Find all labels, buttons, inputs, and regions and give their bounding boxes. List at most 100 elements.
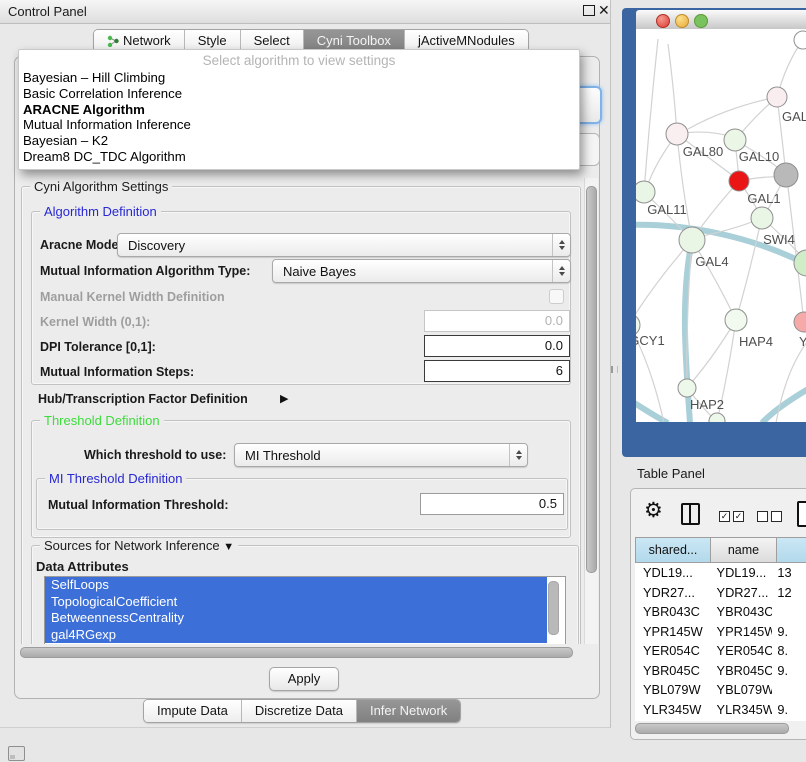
table-cell[interactable]: 9. [772, 661, 806, 681]
table-cell[interactable]: YBR045C [635, 661, 709, 681]
bottom-tab-infer-network[interactable]: Infer Network [357, 700, 460, 722]
table-row[interactable]: YPR145WYPR145W9. [635, 622, 806, 642]
table-cell[interactable]: 9 [772, 719, 806, 721]
network-edge[interactable] [762, 389, 806, 422]
table-column-header[interactable]: name [711, 537, 777, 563]
network-edge[interactable] [688, 97, 777, 129]
network-canvas[interactable]: GALGAL80GAL10GAL1GAL11SWI4GAL4GCY1HAP4YH… [636, 29, 806, 422]
table-cell[interactable]: 8. [772, 641, 806, 661]
algorithm-option[interactable]: ARACNE Algorithm [23, 102, 579, 118]
network-edge[interactable] [691, 320, 736, 383]
network-node[interactable] [767, 87, 787, 107]
table-cell[interactable]: YDR27... [709, 583, 773, 603]
bottom-tab-discretize-data[interactable]: Discretize Data [242, 700, 357, 722]
table-row[interactable]: YBL079WYBL079W [635, 680, 806, 700]
column-layout-icon[interactable] [681, 503, 700, 525]
which-threshold-combo[interactable]: MI Threshold [234, 443, 528, 467]
network-node[interactable] [636, 181, 655, 203]
network-edge[interactable] [668, 44, 677, 134]
table-cell[interactable]: 9. [772, 700, 806, 720]
table-column-header[interactable]: shared... [635, 537, 711, 563]
table-cell[interactable]: YBR043C [709, 602, 773, 622]
table-cell[interactable]: YDL19... [635, 563, 709, 583]
dpi-tolerance-field[interactable]: 0.0 [424, 335, 570, 357]
algorithm-option[interactable]: Bayesian – Hill Climbing [23, 70, 579, 86]
network-node[interactable] [794, 312, 806, 332]
data-attribute-item[interactable]: SelfLoops [45, 577, 547, 594]
algorithm-option[interactable]: Dream8 DC_TDC Algorithm [23, 149, 579, 165]
table-cell[interactable]: YDL19... [709, 563, 773, 583]
network-node[interactable] [709, 413, 725, 422]
algorithm-option[interactable]: Mutual Information Inference [23, 117, 579, 133]
attributes-scrollbar-thumb[interactable] [548, 581, 559, 635]
data-attribute-item[interactable]: gal4RGexp [45, 627, 547, 644]
aracne-mode-combo[interactable]: Discovery [117, 233, 571, 257]
table-cell[interactable]: YIL052C [709, 719, 773, 721]
float-panel-icon[interactable] [583, 5, 595, 16]
add-column-icon[interactable] [797, 501, 806, 527]
sources-expander-icon[interactable]: ▼ [223, 541, 234, 553]
table-cell[interactable]: YPR145W [709, 622, 773, 642]
table-hscroll-thumb[interactable] [635, 723, 789, 734]
settings-hscroll-thumb[interactable] [20, 647, 573, 658]
minimize-traffic-light-icon[interactable] [675, 14, 689, 28]
algorithm-option[interactable]: Basic Correlation Inference [23, 86, 579, 102]
settings-vscroll-track[interactable] [584, 178, 598, 644]
bottom-tab-impute-data[interactable]: Impute Data [144, 700, 242, 722]
table-row[interactable]: YDL19...YDL19...13 [635, 563, 806, 583]
table-cell[interactable]: YBR045C [709, 661, 773, 681]
zoom-traffic-light-icon[interactable] [694, 14, 708, 28]
panel-dock-icon[interactable] [8, 746, 25, 761]
table-row[interactable]: YBR043CYBR043C [635, 602, 806, 622]
apply-button[interactable]: Apply [269, 667, 339, 691]
data-attribute-item[interactable]: TopologicalCoefficient [45, 594, 547, 611]
select-all-columns-icon[interactable]: ✓ ✓ [719, 511, 744, 522]
deselect-all-columns-icon[interactable] [757, 511, 782, 522]
network-graph[interactable]: GALGAL80GAL10GAL1GAL11SWI4GAL4GCY1HAP4YH… [636, 29, 806, 422]
table-cell[interactable]: 9. [772, 622, 806, 642]
table-cell[interactable]: YLR345W [709, 700, 773, 720]
network-node[interactable] [725, 309, 747, 331]
network-node[interactable] [724, 129, 746, 151]
table-row[interactable]: YDR27...YDR27...12 [635, 583, 806, 603]
table-cell[interactable]: YBL079W [709, 680, 773, 700]
network-edge[interactable] [644, 39, 658, 192]
network-view-titlebar[interactable] [636, 10, 806, 30]
table-cell[interactable]: YER054C [635, 641, 709, 661]
panel-resize-handle[interactable] [611, 366, 618, 373]
network-node[interactable] [678, 379, 696, 397]
table-cell[interactable]: YER054C [709, 641, 773, 661]
settings-hscroll-track[interactable] [18, 645, 584, 658]
mi-steps-field[interactable]: 6 [424, 360, 570, 382]
network-node[interactable] [774, 163, 798, 187]
manual-kernel-checkbox[interactable] [549, 289, 564, 304]
mi-type-combo[interactable]: Naive Bayes [272, 259, 571, 283]
close-traffic-light-icon[interactable] [656, 14, 670, 28]
network-node[interactable] [729, 171, 749, 191]
table-row[interactable]: YLR345WYLR345W9. [635, 700, 806, 720]
close-icon[interactable]: ✕ [598, 2, 610, 19]
hub-expander-icon[interactable]: ▶ [280, 392, 288, 405]
settings-vscroll-thumb[interactable] [586, 186, 597, 573]
table-row[interactable]: YIL052CYIL052C9 [635, 719, 806, 721]
data-attribute-item[interactable]: BetweennessCentrality [45, 610, 547, 627]
settings-gear-icon[interactable]: ⚙ [644, 499, 663, 523]
network-node[interactable] [666, 123, 688, 145]
table-row[interactable]: YBR045CYBR045C9. [635, 661, 806, 681]
mi-threshold-field[interactable]: 0.5 [420, 493, 564, 515]
table-cell[interactable]: 13 [772, 563, 806, 583]
table-cell[interactable]: YLR345W [635, 700, 709, 720]
table-cell[interactable]: 12 [772, 583, 806, 603]
algorithm-option[interactable]: Bayesian – K2 [23, 133, 579, 149]
table-hscroll-track[interactable] [635, 723, 806, 732]
network-node[interactable] [679, 227, 705, 253]
table-cell[interactable]: YIL052C [635, 719, 709, 721]
table-cell[interactable]: YBL079W [635, 680, 709, 700]
table-column-header[interactable] [777, 537, 806, 563]
table-cell[interactable]: YDR27... [635, 583, 709, 603]
network-node[interactable] [751, 207, 773, 229]
network-node[interactable] [794, 31, 806, 49]
table-cell[interactable]: YBR043C [635, 602, 709, 622]
table-cell[interactable]: YPR145W [635, 622, 709, 642]
kernel-width-field[interactable]: 0.0 [424, 310, 570, 332]
